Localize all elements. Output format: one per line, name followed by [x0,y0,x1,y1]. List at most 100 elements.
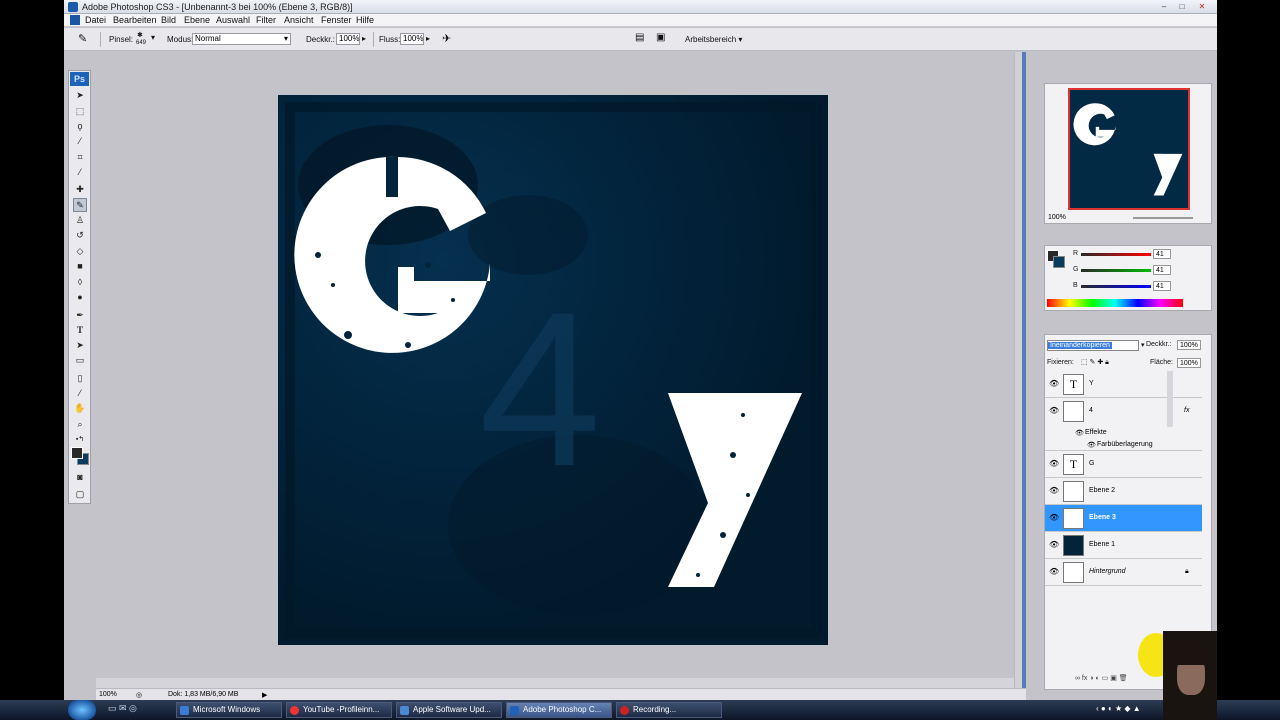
crop-tool-icon[interactable]: ⌗ [74,151,86,163]
brush-preset-icon[interactable]: ✱ [137,31,143,39]
green-slider[interactable] [1081,269,1151,272]
menu-ebene[interactable]: Ebene [184,15,210,25]
navigator-zoom[interactable]: 100% [1048,214,1066,221]
tray-icons[interactable]: ‹ ● ◐ ★ ◆ ▲ [1096,704,1141,713]
zoom-tool-icon[interactable]: ⌕ [74,418,86,430]
gradient-tool-icon[interactable]: ■ [74,260,86,272]
path-selection-tool-icon[interactable]: ➤ [74,339,86,351]
taskbar-item-youtube[interactable]: YouTube -Profileinn... [286,702,392,718]
workspace-menu[interactable]: Arbeitsbereich ▾ [685,35,742,44]
eye-icon[interactable]: 👁︎ [1049,380,1059,388]
eye-icon[interactable]: 👁︎ [1049,514,1059,522]
red-slider[interactable] [1081,253,1151,256]
eraser-tool-icon[interactable]: ◇ [74,245,86,257]
navigator-thumbnail[interactable] [1068,88,1190,210]
eye-icon[interactable]: 👁︎ [1049,541,1059,549]
type-tool-icon[interactable]: T [74,324,86,336]
pen-tool-icon[interactable]: ✒ [74,309,86,321]
foreground-color-swatch[interactable] [71,447,83,459]
notes-tool-icon[interactable]: ▯ [74,372,86,384]
photoshop-logo[interactable]: Ps [70,72,89,86]
taskbar-item-photoshop[interactable]: Adobe Photoshop C... [506,702,612,718]
lasso-tool-icon[interactable]: ϙ [74,120,86,132]
airbrush-icon[interactable]: ✈ [442,32,451,45]
magic-wand-tool-icon[interactable]: ⁄ [74,135,86,147]
hand-tool-icon[interactable]: ✋ [74,402,86,414]
layer-opacity-input[interactable]: 100% [1177,340,1201,350]
eyedropper2-tool-icon[interactable]: ⁄ [74,387,86,399]
blur-tool-icon[interactable]: ◊ [74,276,86,288]
layer-row-ebene-1[interactable]: 👁︎ Ebene 1 [1045,532,1202,559]
color-spectrum[interactable] [1047,299,1183,307]
green-value[interactable]: 41 [1153,265,1171,275]
mode-select[interactable]: Normal [192,33,291,45]
menu-bearbeiten[interactable]: Bearbeiten [113,15,157,25]
opacity-stepper-icon[interactable]: ▸ [362,34,366,43]
vertical-scrollbar[interactable] [1014,52,1022,688]
lock-icons[interactable]: ⬚ ✎ ✚ 🔒︎ [1081,358,1109,367]
effect-eye-icon[interactable]: 👁︎ [1087,441,1096,449]
chevron-down-icon[interactable]: ▾ [151,33,155,42]
default-colors-icon[interactable]: ▪↰ [74,434,86,446]
eye-icon[interactable]: 👁︎ [1049,407,1059,415]
move-tool-icon[interactable]: ➤ [74,89,86,101]
start-button[interactable] [68,700,96,720]
taskbar-item-apple-software-update[interactable]: Apple Software Upd... [396,702,502,718]
menu-auswahl[interactable]: Auswahl [216,15,250,25]
palette-well-icon[interactable]: ▤ [635,32,644,43]
eyedropper-tool-icon[interactable]: ⁄ [74,166,86,178]
taskbar-item-microsoft-windows[interactable]: Microsoft Windows [176,702,282,718]
fill-input[interactable]: 100% [1177,358,1201,368]
dodge-tool-icon[interactable]: ● [74,291,86,303]
zoom-level[interactable]: 100% [99,691,117,698]
taskbar-item-recording[interactable]: Recording... [616,702,722,718]
clone-stamp-tool-icon[interactable]: ♙ [74,214,86,226]
chevron-down-icon[interactable]: ▾ [1141,341,1145,349]
effects-eye-icon[interactable]: 👁︎ [1075,429,1084,437]
maximize-button[interactable]: □ [1176,2,1188,12]
brush-tool-icon[interactable]: ✎ [78,32,87,45]
layers-scrollbar[interactable] [1167,371,1173,427]
eye-icon[interactable]: 👁︎ [1049,487,1059,495]
layers-footer-icons[interactable]: ∞ fx ◑ ◐ ▭ ▣ 🗑︎ [1075,674,1128,682]
background-swatch[interactable] [1053,256,1065,268]
flow-stepper-icon[interactable]: ▸ [426,34,430,43]
opacity-input[interactable]: 100% [336,33,360,45]
fx-icon[interactable]: fx [1184,407,1189,414]
eye-icon[interactable]: 👁︎ [1049,460,1059,468]
layer-row-ebene-2[interactable]: 👁︎ Ebene 2 [1045,478,1202,505]
flow-input[interactable]: 100% [400,33,424,45]
horizontal-scrollbar[interactable] [96,678,1016,688]
menu-ansicht[interactable]: Ansicht [284,15,314,25]
shape-tool-icon[interactable]: ▭ [74,354,86,366]
menu-hilfe[interactable]: Hilfe [356,15,374,25]
status-menu-arrow-icon[interactable]: ▶ [262,691,267,699]
navigator-zoom-slider[interactable] [1133,217,1193,219]
document-canvas[interactable]: 4 [278,95,828,645]
red-value[interactable]: 41 [1153,249,1171,259]
menu-datei[interactable]: Datei [85,15,106,25]
menu-fenster[interactable]: Fenster [321,15,352,25]
blue-slider[interactable] [1081,285,1151,288]
quick-launch-icons[interactable]: ▭ ✉ ◎ [108,703,137,714]
healing-brush-tool-icon[interactable]: ✚ [74,183,86,195]
brush-tool-icon[interactable]: ✎ [73,198,87,212]
quick-mask-icon[interactable]: ◙ [74,471,86,483]
menu-bild[interactable]: Bild [161,15,176,25]
eye-icon[interactable]: 👁︎ [1049,568,1059,576]
menu-filter[interactable]: Filter [256,15,276,25]
layer-row-4[interactable]: 👁︎ 4 fx 👁︎ Effekte 👁︎ Farbüberlagerung [1045,398,1202,451]
layer-row-hintergrund[interactable]: 👁︎ Hintergrund 🔒︎ [1045,559,1202,586]
close-button[interactable]: ✕ [1196,2,1208,12]
marquee-tool-icon[interactable]: ⬚ [74,105,86,117]
blend-mode-select[interactable]: Ineinanderkopieren [1047,340,1139,351]
layer-row-ebene-3[interactable]: 👁︎ Ebene 3 [1045,505,1202,532]
bridge-icon[interactable]: ▣ [656,32,665,43]
layer-row-g[interactable]: 👁︎ T G [1045,451,1202,478]
layer-row-y[interactable]: 👁︎ T Y [1045,371,1202,398]
effect-color-overlay[interactable]: Farbüberlagerung [1097,441,1153,448]
screen-mode-icon[interactable]: ▢ [74,488,86,500]
history-brush-tool-icon[interactable]: ↺ [74,229,86,241]
blue-value[interactable]: 41 [1153,281,1171,291]
minimize-button[interactable]: – [1158,2,1170,12]
